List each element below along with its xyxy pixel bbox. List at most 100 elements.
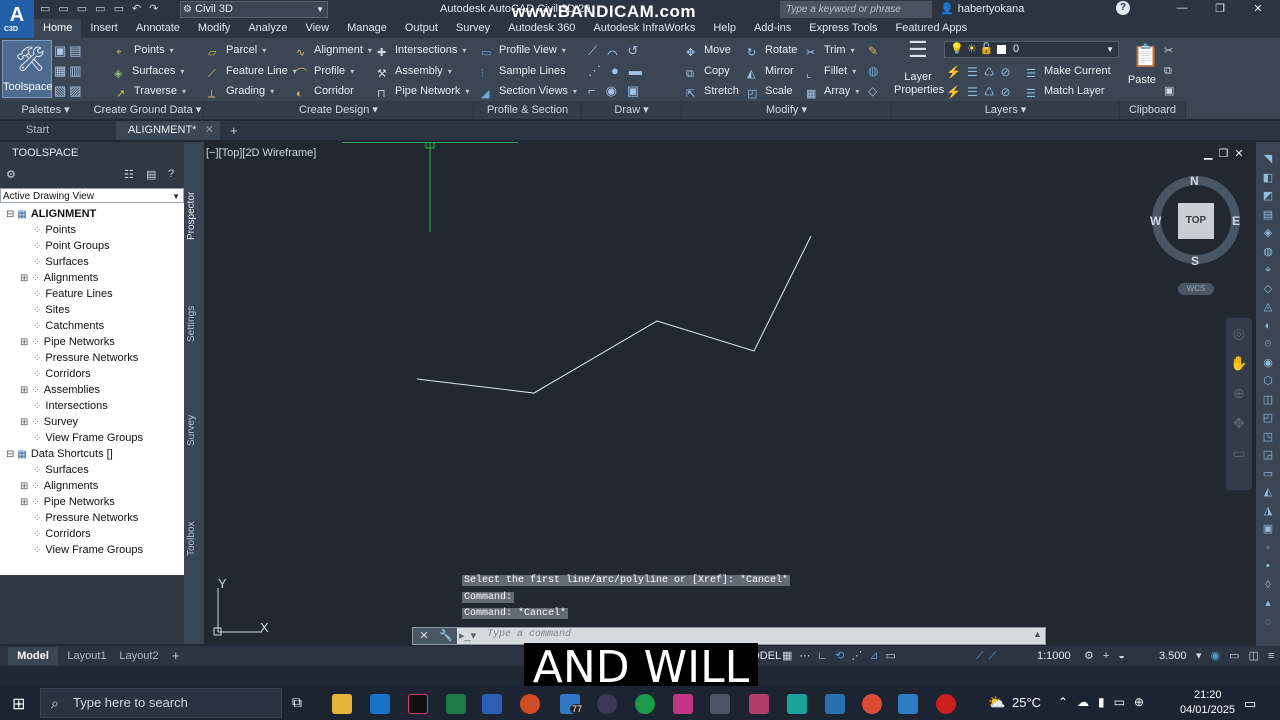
layout-tab-layout2[interactable]: Layout2 [114,647,164,665]
expand-icon[interactable]: ⊞ [20,497,28,508]
tree-item[interactable]: ⁘ Intersections [20,398,108,414]
panel-icon[interactable]: ▤ [146,168,156,181]
section-views-button[interactable]: ◢ Section Views [481,82,577,100]
instagram-icon[interactable] [673,694,693,714]
move-button[interactable]: ✥ Move [686,41,731,59]
panel-modify[interactable]: Modify ▾ [682,101,892,119]
calculator-icon[interactable] [710,694,730,714]
outlook-icon[interactable] [370,694,390,714]
stretch-button[interactable]: ⇱ Stretch [686,82,739,100]
windows-start-icon[interactable]: ⊞ [12,694,25,714]
app-logo[interactable]: A C3D [0,0,34,38]
tree-item[interactable]: ⊞ ⁘ Alignments [20,478,98,494]
tab-survey[interactable]: Survey [447,19,499,38]
sample-lines-button[interactable]: ⫶ Sample Lines [481,62,566,80]
fillet-button[interactable]: ⌞ Fillet [806,62,856,80]
status-toggle-icons-3[interactable]: ⚙+◒ [1084,647,1134,665]
minimize-button[interactable]: — [1168,0,1196,19]
app-icon[interactable] [825,694,845,714]
layout-tab-model[interactable]: Model [8,647,58,665]
close-icon[interactable]: ✕ [205,121,214,140]
layer-select[interactable]: 💡☀🔓 0 ▼ [944,41,1119,58]
assembly-button[interactable]: ⚒ Assembly [377,62,452,80]
tree-item[interactable]: ⁘ Pressure Networks [20,350,138,366]
tree-item[interactable]: ⊞ ⁘ Pipe Networks [20,334,115,350]
drawing-viewport[interactable]: [−][Top][2D Wireframe] N S W E TOP WCS ▁… [204,142,1256,646]
tab-featured-apps[interactable]: Featured Apps [887,19,977,38]
status-toggle-icons-1[interactable]: ▦⋯∟⟲⋰⊿▭ [782,647,903,665]
layer-tool-icons[interactable]: ⚡☰♺⊘ ⚡☰♺⊘ [946,62,1036,102]
tab-toolbox[interactable]: Toolbox [186,522,197,556]
status-toggle-icons-4[interactable]: ▾◉▭◫≡ [1196,647,1280,665]
expand-icon[interactable]: ⊟ [6,209,14,220]
copy-button[interactable]: ⧉ Copy [686,62,730,80]
viewcube-east[interactable]: E [1232,214,1240,228]
notifications-icon[interactable]: ▭ [1244,696,1256,712]
panel-create-design[interactable]: Create Design ▾ [204,101,474,119]
close-button[interactable]: ✕ [1244,0,1272,19]
tab-home[interactable]: Home [34,19,82,38]
navigation-bar[interactable]: ◎ ✋ ⊕ ✥ ▭ [1226,318,1252,490]
viewcube-south[interactable]: S [1191,254,1199,268]
download-icon[interactable] [749,694,769,714]
panel-layers[interactable]: Layers ▾ [892,101,1120,119]
tree-item[interactable]: ⊟ ▦ ALIGNMENT [6,206,96,222]
layer-properties-button[interactable]: ☰ Layer Properties [894,39,944,99]
profile-button[interactable]: ⌒ Profile [296,62,354,80]
tree-item[interactable]: ⁘ Pressure Networks [20,510,138,526]
tiktok-icon[interactable] [408,694,428,714]
expand-icon[interactable]: ⊞ [20,337,28,348]
panel-draw[interactable]: Draw ▾ [582,101,682,119]
paste-button[interactable]: 📋 Paste [1124,41,1160,99]
scale-button[interactable]: ◰ Scale [747,82,793,100]
vpn-icon[interactable] [787,694,807,714]
tab-alignment[interactable]: ALIGNMENT* ✕ [116,121,220,140]
tree-item[interactable]: ⁘ Corridors [20,366,91,382]
wcs-badge[interactable]: WCS [1178,283,1214,295]
tab-analyze[interactable]: Analyze [239,19,296,38]
tree-item[interactable]: ⁘ Catchments [20,318,104,334]
clock-time[interactable]: 21:20 [1194,689,1222,701]
command-close-icon[interactable]: ✕ [413,628,435,644]
tab-insert[interactable]: Insert [81,19,127,38]
grading-button[interactable]: ⟂ Grading [208,82,274,100]
rotate-button[interactable]: ↻ Rotate [747,41,797,59]
tree-item[interactable]: ⁘ Corridors [20,526,91,542]
tree-item[interactable]: ⁘ View Frame Groups [20,542,143,558]
file-explorer-icon[interactable] [332,694,352,714]
palette-icons[interactable]: ▣▤ ▦▥ ▧▨ [54,41,92,99]
command-customize-icon[interactable]: 🔧 [435,628,457,644]
mail-icon[interactable]: 77 [560,694,585,714]
help-icon[interactable]: ? [168,168,174,180]
panel-profile-section-views[interactable]: Profile & Section Views [474,101,582,134]
chrome-icon[interactable] [862,694,882,714]
restore-button[interactable]: ❐ [1206,0,1234,19]
new-tab-button[interactable]: + [230,121,246,140]
tree-item[interactable]: ⊞ ⁘ Survey [20,414,78,430]
corridor-button[interactable]: ◐ Corridor [296,82,354,100]
tree-item[interactable]: ⁘ View Frame Groups [20,430,143,446]
viewcube-top-face[interactable]: TOP [1178,203,1214,239]
tab-manage[interactable]: Manage [338,19,396,38]
drawing-canvas[interactable] [204,142,1256,646]
panel-palettes[interactable]: Palettes ▾ [0,101,92,119]
traverse-button[interactable]: ↗ Traverse [116,82,186,100]
tab-output[interactable]: Output [396,19,447,38]
tab-settings[interactable]: Settings [186,306,197,342]
workspace-select[interactable]: ⚙ Civil 3D ▼ [180,1,328,18]
viewcube-north[interactable]: N [1190,174,1199,188]
weather-icon[interactable]: ⛅ [988,694,1005,711]
status-toggle-icons-2[interactable]: ⟋⟋ [976,647,1001,665]
viewport-window-controls[interactable]: ▁❐✕ [1204,147,1250,160]
tab-add-ins[interactable]: Add-ins [745,19,800,38]
excel-icon[interactable] [446,694,466,714]
intersections-button[interactable]: ✚ Intersections [377,41,466,59]
tab-annotate[interactable]: Annotate [127,19,189,38]
tree-item[interactable]: ⊞ ⁘ Assemblies [20,382,100,398]
tab-view[interactable]: View [296,19,338,38]
tree-item[interactable]: ⁘ Surfaces [20,254,89,270]
tree-item[interactable]: ⊞ ⁘ Alignments [20,270,98,286]
parcel-button[interactable]: ▱ Parcel [208,41,266,59]
tree-item[interactable]: ⁘ Points [20,222,76,238]
clipboard-tool-icons[interactable]: ✂ ⧉ ▣ [1164,41,1180,99]
